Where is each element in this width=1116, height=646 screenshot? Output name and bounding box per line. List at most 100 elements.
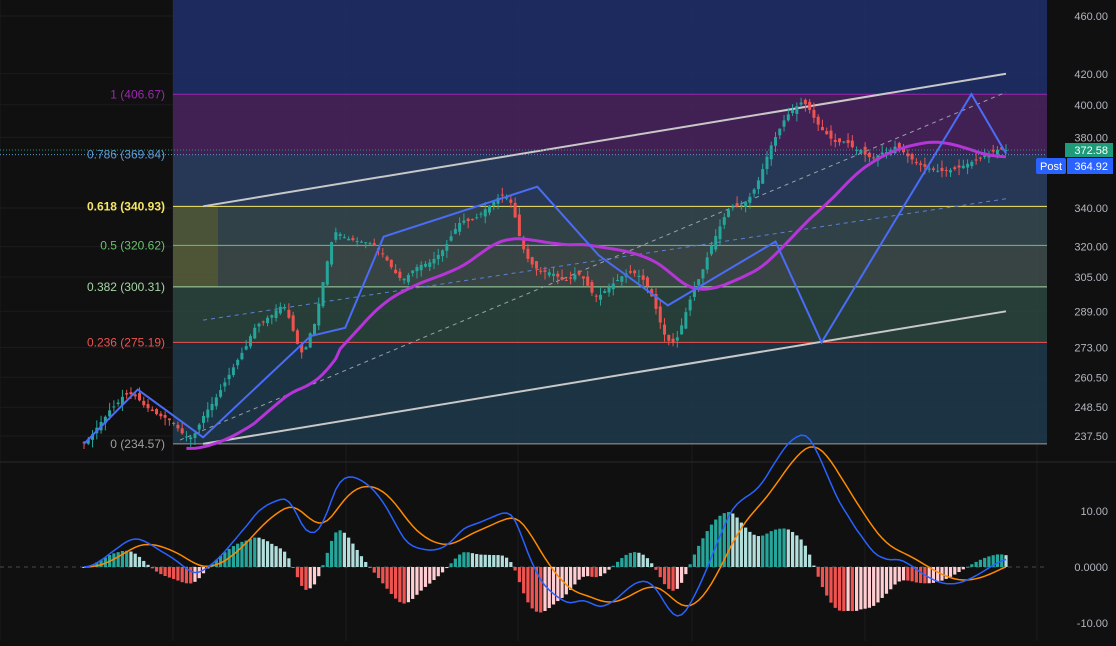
histogram-bar [492, 555, 496, 567]
histogram-bar [231, 546, 235, 567]
candle-body [163, 415, 167, 418]
price-tick-label: 380.00 [1074, 132, 1108, 144]
histogram-bar [129, 551, 133, 567]
candle-body [598, 294, 602, 300]
histogram-bar [628, 552, 632, 567]
candle-body [180, 428, 184, 434]
candle-body [368, 243, 372, 245]
candle-body [150, 409, 154, 412]
candle-body [594, 295, 598, 297]
histogram-bar [872, 567, 876, 606]
histogram-bar [406, 567, 411, 603]
fib-zone [173, 342, 1047, 444]
candle-body [441, 250, 445, 257]
candle-body [372, 243, 376, 246]
candle-body [910, 154, 914, 160]
candle-body [586, 276, 590, 286]
candle-body [244, 346, 248, 350]
histogram-bar [445, 567, 449, 569]
histogram-bar [786, 529, 790, 567]
candle-body [304, 347, 308, 350]
candle-body [791, 110, 795, 114]
candle-body [436, 254, 440, 260]
candle-body [739, 204, 743, 207]
fib-zone [173, 245, 1047, 287]
candle-body [449, 236, 453, 241]
histogram-bar [795, 535, 799, 567]
candle-body [970, 161, 974, 167]
candle-body [112, 406, 116, 408]
histogram-bar [347, 537, 351, 567]
histogram-bar [500, 555, 504, 567]
candle-body [906, 153, 910, 157]
candle-body [825, 131, 829, 135]
histogram-bar [462, 552, 466, 567]
histogram-bar [893, 567, 897, 585]
histogram-bar [394, 567, 398, 599]
oscillator-tick-label: 10.00 [1080, 506, 1108, 518]
candle-body [577, 270, 581, 275]
histogram-bar [411, 567, 415, 599]
candle-body [202, 415, 206, 423]
candle-body [872, 157, 876, 159]
candle-body [611, 283, 615, 290]
candle-body [564, 280, 568, 282]
histogram-bar [364, 561, 368, 567]
candle-body [940, 167, 944, 172]
candle-body [867, 152, 871, 158]
candle-body [829, 130, 833, 139]
candle-body [731, 206, 735, 208]
candle-body [334, 232, 338, 240]
candle-body [820, 127, 824, 131]
histogram-bar [312, 567, 317, 585]
histogram-bar [402, 567, 406, 604]
histogram-bar [829, 567, 833, 603]
candle-body [547, 272, 551, 276]
fib-label: 0 (234.57) [110, 437, 165, 451]
histogram-bar [248, 538, 253, 567]
candle-body [808, 101, 812, 110]
fib-zone-accent [173, 206, 218, 287]
histogram-bar [236, 543, 240, 567]
histogram-bar [329, 540, 334, 567]
histogram-bar [287, 558, 291, 567]
candle-body [406, 274, 410, 283]
candle-body [978, 157, 982, 159]
candle-body [325, 261, 329, 285]
histogram-bar [953, 567, 957, 575]
candle-body [146, 404, 150, 409]
candle-body [633, 270, 637, 274]
histogram-bar [483, 554, 487, 567]
histogram-bar [919, 567, 923, 584]
histogram-bar [1004, 555, 1008, 567]
histogram-bar [884, 567, 889, 594]
candle-body [680, 325, 684, 335]
histogram-bar [295, 567, 300, 578]
candle-body [957, 165, 961, 168]
chart-svg[interactable]: 1 (406.67)0.786 (369.84)0.618 (340.93)0.… [0, 0, 1116, 641]
histogram-bar [863, 567, 867, 609]
candle-body [475, 217, 479, 219]
price-tick-label: 460.00 [1074, 11, 1108, 23]
histogram-bar [385, 567, 389, 589]
histogram-bar [692, 554, 696, 567]
candle-body [995, 149, 999, 155]
histogram-bar [620, 558, 624, 567]
histogram-bar [983, 557, 987, 567]
histogram-bar [180, 567, 184, 583]
histogram-bar [325, 552, 329, 567]
candle-body [355, 241, 359, 243]
candle-body [727, 209, 731, 217]
candle-body [359, 241, 363, 243]
candle-body [927, 168, 931, 170]
histogram-bar [825, 567, 829, 596]
histogram-bar [833, 567, 837, 608]
histogram-bar [718, 515, 722, 567]
candle-body [317, 303, 321, 326]
candle-body [628, 271, 632, 273]
histogram-bar [308, 567, 312, 589]
candle-body [231, 367, 235, 376]
histogram-bar [172, 567, 176, 579]
histogram-bar [257, 537, 261, 567]
candle-body [816, 116, 820, 125]
